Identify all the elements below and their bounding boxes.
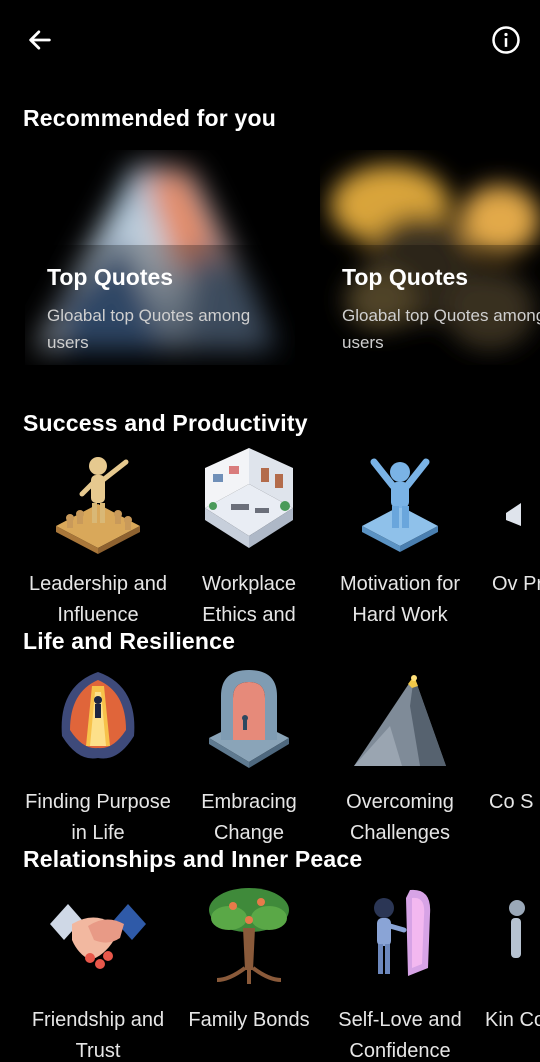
recommended-title: Recommended for you — [23, 105, 277, 131]
recommended-card-title: Top Quotes — [47, 264, 174, 290]
category-label: Finding Purpose in Life — [25, 791, 171, 844]
stone-arch-icon — [199, 666, 299, 776]
category-carousel-relationships[interactable]: Friendship and Trust Family Bonds Self-L… — [0, 884, 540, 1062]
category-label: Motivation for Hard Work — [339, 573, 461, 626]
category-label: Friendship and Trust — [31, 1009, 165, 1062]
category-label: Kin Co — [485, 1009, 540, 1031]
celebrating-figure-icon — [350, 448, 450, 558]
mountain-peak-icon — [350, 666, 450, 776]
partial-item-icon — [501, 448, 540, 558]
category-label: Overcoming Challenges — [346, 791, 454, 844]
glowing-path-icon — [48, 666, 148, 776]
category-carousel-success[interactable]: Leadership and Influence Workplace Ethic… — [0, 448, 540, 632]
leader-figure-icon — [48, 448, 148, 558]
category-label: Co S — [489, 791, 534, 813]
back-button[interactable] — [22, 22, 58, 58]
recommended-carousel[interactable]: Top Quotes Gloabal top Quotes among user… — [0, 150, 540, 365]
category-label: Workplace Ethics and — [201, 573, 297, 626]
info-button[interactable] — [488, 22, 524, 58]
office-room-icon — [199, 448, 299, 558]
mirror-figure-icon — [350, 884, 450, 994]
recommended-card-title: Top Quotes — [342, 264, 469, 290]
recommended-card-subtitle: Gloabal top Quotes among users — [47, 306, 251, 352]
partial-item-icon — [501, 884, 540, 994]
recommended-card-subtitle: Gloabal top Quotes among users — [342, 306, 540, 352]
category-label: Self-Love and Confidence — [338, 1009, 462, 1062]
top-app-bar — [0, 0, 540, 80]
category-label: Ov Pro — [492, 573, 540, 595]
recommended-card[interactable]: Top Quotes Gloabal top Quotes among user… — [25, 150, 295, 365]
category-label: Family Bonds — [188, 1009, 310, 1031]
recommended-card[interactable]: Top Quotes Gloabal top Quotes among user… — [320, 150, 540, 365]
arrow-left-icon — [29, 30, 51, 50]
family-tree-icon — [199, 884, 299, 994]
section-title-resilience: Life and Resilience — [23, 628, 236, 654]
handshake-icon — [48, 884, 148, 994]
section-title-success: Success and Productivity — [23, 410, 308, 436]
info-circle-icon — [492, 26, 520, 54]
partial-item-icon — [501, 666, 540, 776]
section-title-relationships: Relationships and Inner Peace — [23, 846, 363, 872]
category-carousel-resilience[interactable]: Finding Purpose in Life Embracing Change — [0, 666, 540, 850]
category-label: Embracing Change — [201, 791, 297, 844]
category-label: Leadership and Influence — [29, 573, 167, 626]
